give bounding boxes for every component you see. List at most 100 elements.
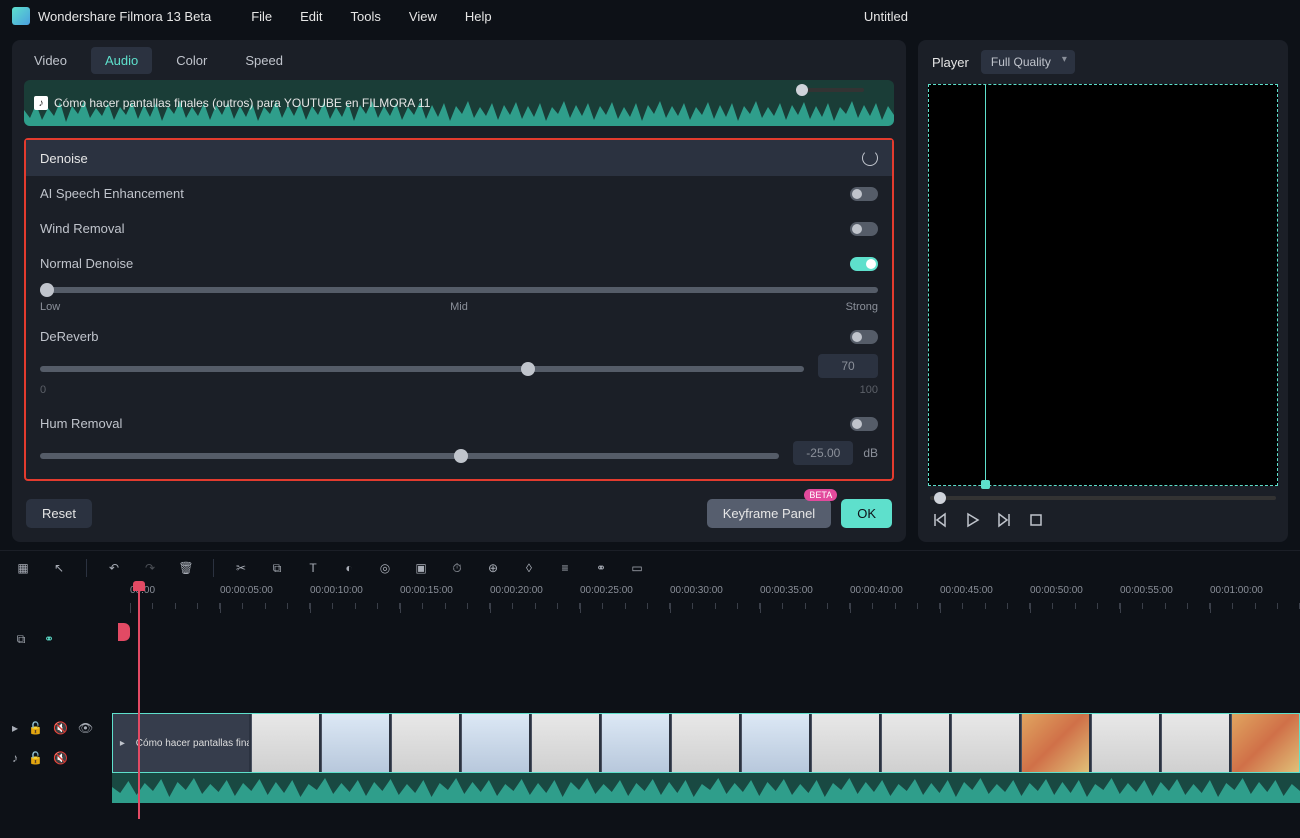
ai-speech-label: AI Speech Enhancement — [40, 186, 184, 201]
link-icon[interactable]: ⚭ — [592, 559, 610, 577]
video-thumbnail — [1161, 714, 1229, 772]
speed-icon[interactable]: ◐ — [340, 559, 358, 577]
color-icon[interactable]: ◎ — [376, 559, 394, 577]
tick-label: 00:00:05:00 — [220, 585, 273, 596]
lock-icon[interactable]: 🔓 — [28, 721, 43, 735]
delete-icon[interactable]: 🗑 — [177, 559, 195, 577]
quality-select[interactable]: Full Quality — [981, 50, 1075, 74]
menu-tools[interactable]: Tools — [351, 9, 381, 24]
tab-speed[interactable]: Speed — [231, 47, 297, 74]
mute-icon[interactable]: 🔇 — [53, 721, 68, 735]
normal-denoise-slider[interactable] — [40, 287, 878, 293]
player-panel: Player Full Quality — [918, 40, 1288, 542]
menu-view[interactable]: View — [409, 9, 437, 24]
tick-label: 00:00:55:00 — [1120, 585, 1173, 596]
clip-mini-title: Cómo hacer pantallas fina — [132, 738, 249, 749]
tick-label: 00:00:30:00 — [670, 585, 723, 596]
next-frame-icon[interactable] — [996, 512, 1012, 528]
effects-icon[interactable]: ◊ — [520, 559, 538, 577]
video-track[interactable]: ▸ Cómo hacer pantallas fina — [112, 713, 1300, 773]
visibility-icon[interactable]: 👁 — [78, 721, 93, 735]
tab-color[interactable]: Color — [162, 47, 221, 74]
tab-video[interactable]: Video — [20, 47, 81, 74]
marker-icon[interactable]: ⊕ — [484, 559, 502, 577]
video-thumbnail — [1091, 714, 1159, 772]
normal-denoise-toggle[interactable] — [850, 257, 878, 271]
menu-edit[interactable]: Edit — [300, 9, 322, 24]
timer-icon[interactable]: ⏱ — [448, 559, 466, 577]
reset-denoise-icon[interactable] — [862, 150, 878, 166]
timeline-ruler[interactable]: 00:00 00:00:05:00 00:00:10:00 00:00:15:0… — [130, 585, 1300, 619]
title-bar: Wondershare Filmora 13 Beta File Edit To… — [0, 0, 1300, 32]
video-thumbnail — [951, 714, 1019, 772]
playhead[interactable] — [138, 583, 140, 819]
audio-waveform-icon — [112, 773, 1300, 803]
video-thumbnail — [391, 714, 459, 772]
document-title: Untitled — [864, 9, 908, 24]
undo-icon[interactable]: ↶ — [105, 559, 123, 577]
video-track-icon[interactable]: ▸ — [12, 721, 18, 735]
record-icon[interactable]: ▭ — [628, 559, 646, 577]
denoise-header: Denoise — [26, 140, 892, 176]
cursor-icon[interactable]: ↖ — [50, 559, 68, 577]
denoise-section: Denoise AI Speech Enhancement Wind Remov… — [24, 138, 894, 481]
hum-value[interactable]: -25.00 — [793, 441, 853, 465]
mute-icon[interactable]: 🔇 — [53, 751, 68, 765]
property-tabs: Video Audio Color Speed — [12, 40, 906, 80]
video-thumbnail — [1231, 714, 1299, 772]
keyframe-label: Keyframe Panel — [723, 506, 816, 521]
video-track-controls: ▸ 🔓 🔇 👁 — [0, 713, 112, 743]
audio-clip-header[interactable]: ♪ Cómo hacer pantallas finales (outros) … — [24, 80, 894, 126]
hum-slider[interactable] — [40, 453, 779, 459]
app-logo-icon — [12, 7, 30, 25]
redo-icon[interactable]: ↷ — [141, 559, 159, 577]
play-icon[interactable] — [964, 512, 980, 528]
dereverb-toggle[interactable] — [850, 330, 878, 344]
dereverb-value[interactable]: 70 — [818, 354, 878, 378]
empty-track[interactable] — [112, 619, 1300, 713]
audio-track[interactable] — [112, 773, 1300, 803]
tick-label: 00:01:00:00 — [1210, 585, 1263, 596]
tick-label: 00:00:25:00 — [580, 585, 633, 596]
video-thumbnail — [811, 714, 879, 772]
video-thumbnail — [881, 714, 949, 772]
beta-badge: BETA — [804, 489, 837, 501]
cut-icon[interactable]: ✂ — [232, 559, 250, 577]
tick-label: 00:00:15:00 — [400, 585, 453, 596]
tick-label: 00:00:20:00 — [490, 585, 543, 596]
clip-handle-icon[interactable] — [118, 623, 130, 641]
audio-track-icon[interactable]: ♪ — [12, 751, 18, 765]
tick-label: 00:00:40:00 — [850, 585, 903, 596]
mask-icon[interactable]: ▣ — [412, 559, 430, 577]
hum-removal-toggle[interactable] — [850, 417, 878, 431]
layout-icon[interactable]: ▦ — [14, 559, 32, 577]
link-track-icon[interactable]: ⚭ — [40, 630, 58, 648]
video-thumbnail — [461, 714, 529, 772]
dereverb-label: DeReverb — [40, 329, 99, 344]
tab-audio[interactable]: Audio — [91, 47, 152, 74]
clip-scrub[interactable] — [804, 88, 864, 92]
timeline-toolbar: ▦ ↖ ↶ ↷ 🗑 ✂ ⧉ T ◐ ◎ ▣ ⏱ ⊕ ◊ ≡ ⚭ ▭ — [0, 550, 1300, 585]
video-thumbnail — [251, 714, 319, 772]
menu-file[interactable]: File — [251, 9, 272, 24]
safezone-line — [985, 85, 986, 485]
ai-speech-toggle[interactable] — [850, 187, 878, 201]
video-thumbnail — [671, 714, 739, 772]
crop-icon[interactable]: ⧉ — [268, 559, 286, 577]
track-options-icon[interactable]: ⧉ — [12, 630, 30, 648]
player-viewport[interactable] — [928, 84, 1278, 486]
keyframe-panel-button[interactable]: Keyframe Panel BETA — [707, 499, 832, 528]
stop-icon[interactable] — [1028, 512, 1044, 528]
adjust-icon[interactable]: ≡ — [556, 559, 574, 577]
tick-label: 00:00:35:00 — [760, 585, 813, 596]
safezone-handle-icon[interactable] — [981, 480, 990, 489]
text-icon[interactable]: T — [304, 559, 322, 577]
reset-button[interactable]: Reset — [26, 499, 92, 528]
menu-help[interactable]: Help — [465, 9, 492, 24]
ok-button[interactable]: OK — [841, 499, 892, 528]
prev-frame-icon[interactable] — [932, 512, 948, 528]
lock-icon[interactable]: 🔓 — [28, 751, 43, 765]
player-scrub[interactable] — [930, 496, 1276, 500]
dereverb-slider[interactable] — [40, 366, 804, 372]
wind-removal-toggle[interactable] — [850, 222, 878, 236]
